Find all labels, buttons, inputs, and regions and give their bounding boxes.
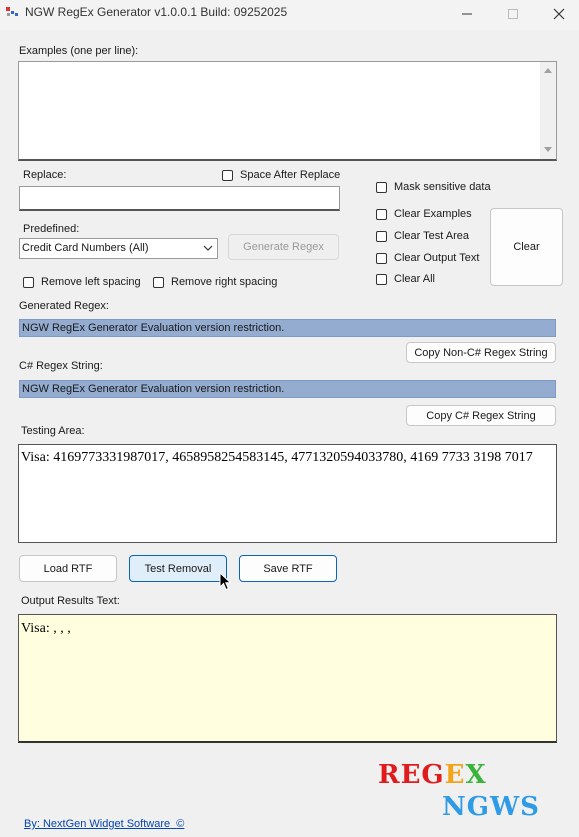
checkbox-box[interactable] [376, 273, 387, 285]
checkbox-box[interactable] [376, 208, 387, 220]
minimize-icon [462, 13, 472, 15]
checkbox-box[interactable] [153, 276, 164, 288]
mouse-cursor-icon [219, 572, 232, 591]
replace-input[interactable] [19, 186, 340, 211]
checkbox-box[interactable] [376, 181, 387, 193]
predefined-select[interactable]: Credit Card Numbers (All) [19, 238, 218, 259]
checkbox-box[interactable] [376, 252, 387, 264]
clear-output-text-checkbox[interactable]: Clear Output Text [376, 252, 479, 264]
checkbox-box[interactable] [376, 230, 387, 242]
testing-area-textarea[interactable]: Visa: 4169773331987017, 4658958254583145… [18, 444, 557, 543]
examples-scrollbar[interactable] [540, 62, 556, 159]
generated-regex-field[interactable]: NGW RegEx Generator Evaluation version r… [19, 319, 556, 337]
test-removal-button[interactable]: Test Removal [129, 555, 227, 582]
output-results-text: Visa: , , , [21, 621, 71, 636]
replace-label: Replace: [23, 169, 67, 181]
generate-regex-button[interactable]: Generate Regex [228, 234, 339, 260]
clear-test-area-checkbox[interactable]: Clear Test Area [376, 230, 469, 242]
output-results-label: Output Results Text: [21, 595, 120, 607]
scroll-down-icon[interactable] [544, 147, 552, 153]
remove-right-spacing-checkbox[interactable]: Remove right spacing [153, 276, 277, 288]
app-icon [6, 7, 18, 16]
clear-button[interactable]: Clear [490, 208, 563, 286]
maximize-icon [508, 9, 518, 19]
generated-regex-label: Generated Regex: [19, 300, 109, 312]
regex-ngws-logo: REGEX NGWS [378, 760, 540, 822]
save-rtf-button[interactable]: Save RTF [239, 555, 337, 582]
window-title: NGW RegEx Generator v1.0.0.1 Build: 0925… [25, 5, 288, 19]
clear-examples-checkbox[interactable]: Clear Examples [376, 208, 472, 220]
chevron-down-icon [203, 245, 213, 251]
examples-label: Examples (one per line): [19, 45, 139, 57]
mask-sensitive-checkbox[interactable]: Mask sensitive data [376, 181, 491, 193]
space-after-replace-checkbox[interactable]: Space After Replace [222, 169, 340, 181]
checkbox-box[interactable] [222, 169, 233, 181]
testing-area-text: Visa: 4169773331987017, 4658958254583145… [21, 450, 533, 465]
footer-link[interactable]: By: NextGen Widget Software © [24, 818, 184, 830]
logo-line-regex: REGEX [378, 760, 487, 790]
close-icon [553, 8, 565, 20]
examples-textarea[interactable] [18, 61, 557, 161]
checkbox-box[interactable] [23, 276, 34, 288]
minimize-button[interactable] [444, 0, 490, 28]
copy-csharp-button[interactable]: Copy C# Regex String [406, 405, 556, 426]
predefined-label: Predefined: [23, 223, 80, 235]
close-button[interactable] [536, 0, 579, 28]
copy-non-csharp-button[interactable]: Copy Non-C# Regex String [406, 342, 556, 363]
remove-left-spacing-checkbox[interactable]: Remove left spacing [23, 276, 141, 288]
output-results-textarea[interactable]: Visa: , , , [18, 614, 557, 743]
csharp-regex-label: C# Regex String: [19, 360, 103, 372]
title-bar: NGW RegEx Generator v1.0.0.1 Build: 0925… [0, 0, 579, 30]
clear-all-checkbox[interactable]: Clear All [376, 273, 435, 285]
csharp-regex-field[interactable]: NGW RegEx Generator Evaluation version r… [19, 380, 556, 398]
scroll-up-icon[interactable] [544, 67, 552, 73]
testing-area-label: Testing Area: [21, 425, 85, 437]
logo-line-ngws: NGWS [442, 792, 540, 822]
maximize-button[interactable] [490, 0, 536, 28]
copyright-icon: © [176, 818, 185, 830]
load-rtf-button[interactable]: Load RTF [19, 555, 117, 582]
